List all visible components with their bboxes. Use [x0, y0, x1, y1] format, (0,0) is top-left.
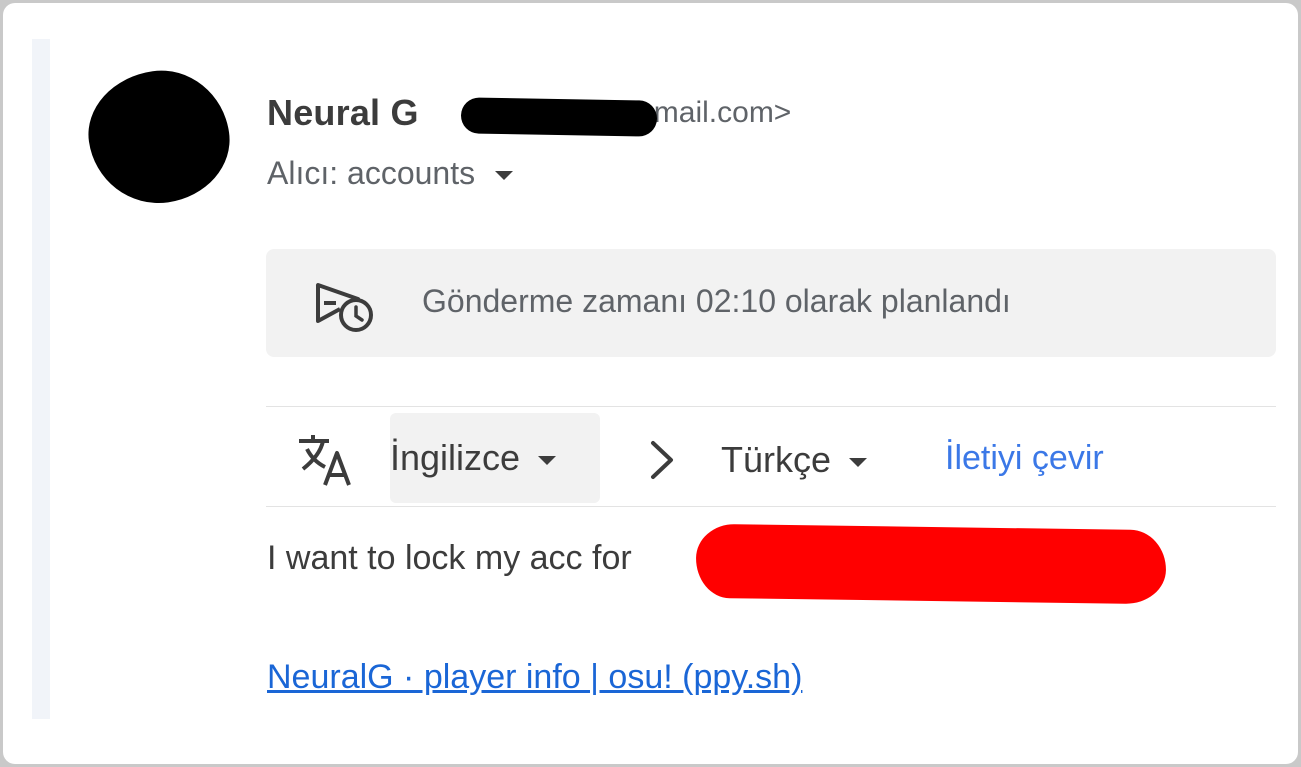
- source-language-select[interactable]: İngilizce: [390, 413, 600, 503]
- body-redaction: [695, 523, 1167, 605]
- thread-rail: [32, 39, 50, 719]
- recipient-row[interactable]: Alıcı: accounts: [267, 151, 514, 195]
- email-redaction: [460, 97, 658, 137]
- target-language-dropdown-icon: [849, 457, 868, 467]
- chevron-right-icon: [651, 441, 673, 479]
- source-language-label: İngilizce: [390, 437, 521, 478]
- email-card: Neural G @gmail.com> Alıcı: accounts Gön…: [3, 3, 1298, 764]
- divider-bottom: [266, 506, 1276, 507]
- target-language-select[interactable]: Türkçe: [721, 436, 868, 484]
- source-language-dropdown-icon: [538, 455, 557, 465]
- sender-name[interactable]: Neural G: [267, 92, 419, 134]
- scheduled-send-text: Gönderme zamanı 02:10 olarak planlandı: [422, 283, 1011, 319]
- target-language-label: Türkçe: [721, 439, 832, 480]
- recipient-label: Alıcı: accounts: [267, 154, 476, 191]
- divider-top: [266, 406, 1276, 407]
- scheduled-send-banner: Gönderme zamanı 02:10 olarak planlandı: [266, 249, 1276, 357]
- message-body: I want to lock my acc for: [267, 539, 632, 577]
- translate-message-link[interactable]: İletiyi çevir: [945, 436, 1104, 480]
- recipient-dropdown-icon[interactable]: [495, 170, 514, 180]
- sender-avatar-redacted[interactable]: [80, 61, 238, 213]
- profile-link[interactable]: NeuralG · player info | osu! (ppy.sh): [267, 658, 802, 697]
- translate-icon: [299, 435, 351, 486]
- scheduled-send-icon: [316, 283, 373, 332]
